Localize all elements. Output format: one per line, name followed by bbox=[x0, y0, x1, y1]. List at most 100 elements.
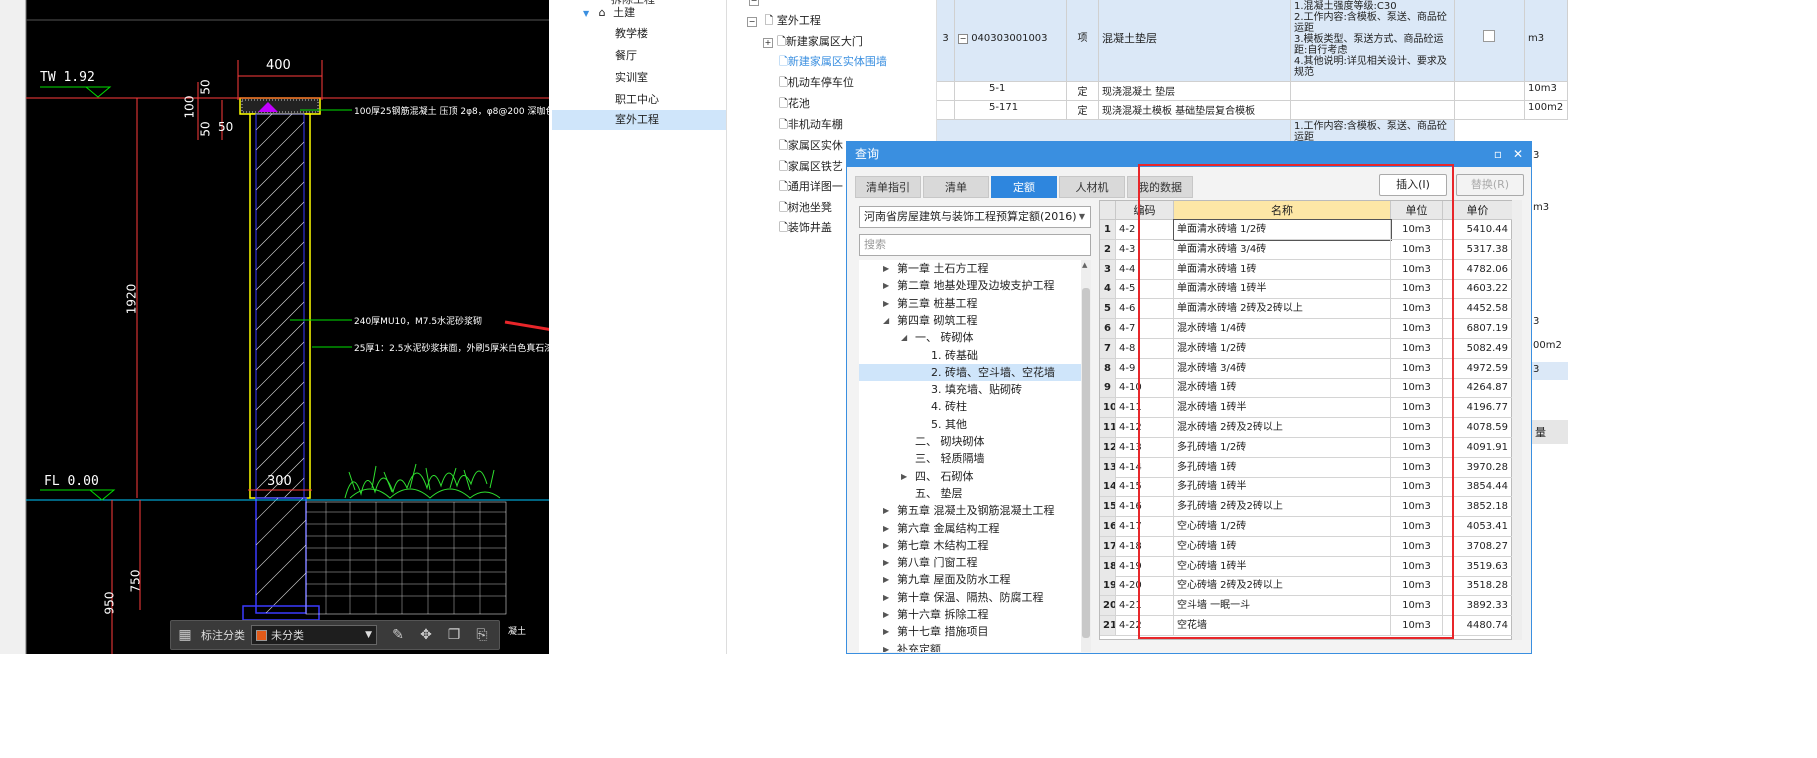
table-row[interactable]: 17 4-18 空心砖墙 1砖 10m3 3708.27 bbox=[1100, 536, 1513, 557]
cad-drawing-view[interactable]: TW 1.92 FL 0.00 400 50 100 50 50 1920 30… bbox=[0, 0, 549, 654]
tab-materials[interactable]: 人材机 bbox=[1059, 176, 1125, 198]
col-header-price[interactable]: 单价 bbox=[1443, 201, 1513, 220]
chapter-item[interactable]: 4. 砖柱 bbox=[859, 398, 1081, 415]
table-row[interactable]: 21 4-22 空花墙 10m3 4480.74 bbox=[1100, 616, 1513, 636]
chapter-item[interactable]: ▶ 第十六章 拆除工程 bbox=[859, 606, 1081, 623]
chapter-item[interactable]: ▶ 第五章 混凝土及钢筋混凝土工程 bbox=[859, 502, 1081, 519]
col-header-unit[interactable]: 单位 bbox=[1391, 201, 1443, 220]
chevron-right-icon[interactable]: ▶ bbox=[883, 277, 889, 294]
tree-item-1[interactable]: 餐厅 bbox=[615, 46, 637, 66]
chapter-item[interactable]: ▶ 第十七章 措施项目 bbox=[859, 623, 1081, 640]
chapter-item[interactable]: 3. 填充墙、贴砌砖 bbox=[859, 381, 1081, 398]
chapter-item[interactable]: 5. 其他 bbox=[859, 416, 1081, 433]
table-row[interactable]: 20 4-21 空斗墙 一眠一斗 10m3 3892.33 bbox=[1100, 596, 1513, 617]
chevron-right-icon[interactable]: ▶ bbox=[883, 537, 889, 554]
grid-row-code[interactable]: − 040303001003 bbox=[955, 0, 1067, 82]
row-checkbox[interactable] bbox=[1483, 30, 1495, 42]
table-row[interactable]: 8 4-9 混水砖墙 3/4砖 10m3 4972.59 bbox=[1100, 358, 1513, 379]
quota-library-select[interactable]: 河南省房屋建筑与装饰工程预算定额(2016) ▼ bbox=[859, 206, 1091, 228]
chevron-right-icon[interactable]: ▶ bbox=[883, 554, 889, 571]
chapter-item[interactable]: ▶ 第十章 保温、隔热、防腐工程 bbox=[859, 589, 1081, 606]
chapter-item[interactable]: ▶ 第六章 金属结构工程 bbox=[859, 520, 1081, 537]
chevron-right-icon[interactable]: ▶ bbox=[883, 606, 889, 623]
tree2-item-5[interactable]: 🗋家属区实休 bbox=[779, 136, 843, 156]
dialog-titlebar[interactable]: 查询 ▫ ✕ bbox=[847, 142, 1531, 167]
tab-bill-guide[interactable]: 清单指引 bbox=[855, 176, 921, 198]
tree-item-3[interactable]: 职工中心 bbox=[615, 90, 659, 110]
tree2-root[interactable]: − 🗋 室外工程 bbox=[747, 11, 821, 31]
chevron-right-icon[interactable]: ▶ bbox=[883, 589, 889, 606]
move-icon[interactable]: ✥ bbox=[415, 624, 437, 646]
chevron-right-icon[interactable]: ▶ bbox=[883, 295, 889, 312]
chapter-item[interactable]: 1. 砖基础 bbox=[859, 347, 1081, 364]
table-row[interactable]: 5 4-6 单面清水砖墙 2砖及2砖以上 10m3 4452.58 bbox=[1100, 299, 1513, 320]
chapter-item[interactable]: 二、 砌块砌体 bbox=[859, 433, 1081, 450]
copy-icon[interactable]: ❐ bbox=[443, 624, 465, 646]
tree2-item-2[interactable]: 🗋机动车停车位 bbox=[779, 73, 854, 93]
tab-quota[interactable]: 定额 bbox=[991, 176, 1057, 198]
chapter-item[interactable]: ▶ 第三章 桩基工程 bbox=[859, 295, 1081, 312]
tree-item-4[interactable]: 室外工程 bbox=[552, 110, 726, 130]
scrollbar-thumb[interactable] bbox=[1082, 288, 1090, 638]
grid-row-name[interactable]: 混凝土垫层 bbox=[1099, 0, 1291, 82]
chapter-item[interactable]: ◢ 一、 砖砌体 bbox=[859, 329, 1081, 346]
grid-col-header-qty[interactable]: 量 bbox=[1531, 420, 1568, 444]
collapse-icon[interactable]: − bbox=[958, 34, 968, 44]
table-row[interactable]: 6 4-7 混水砖墙 1/4砖 10m3 6807.19 bbox=[1100, 319, 1513, 339]
maximize-icon[interactable]: ▫ bbox=[1489, 145, 1507, 163]
quota-table-scrollbar[interactable] bbox=[1512, 200, 1522, 640]
expand-icon[interactable]: + bbox=[763, 38, 773, 48]
table-row[interactable]: 4 4-5 单面清水砖墙 1砖半 10m3 4603.22 bbox=[1100, 279, 1513, 300]
tree2-item-9[interactable]: 🗋装饰井盖 bbox=[779, 218, 832, 238]
chevron-right-icon[interactable]: ▶ bbox=[883, 502, 889, 519]
insert-button[interactable]: 插入(I) bbox=[1379, 174, 1447, 196]
col-header-code[interactable]: 编码 bbox=[1116, 201, 1174, 220]
replace-button[interactable]: 替换(R) bbox=[1456, 174, 1524, 196]
table-row[interactable]: 14 4-15 多孔砖墙 1砖半 10m3 3854.44 bbox=[1100, 477, 1513, 498]
table-row[interactable]: 10 4-11 混水砖墙 1砖半 10m3 4196.77 bbox=[1100, 398, 1513, 419]
table-row[interactable]: 12 4-13 多孔砖墙 1/2砖 10m3 4091.91 bbox=[1100, 437, 1513, 458]
chapter-item[interactable]: ▶ 第七章 木结构工程 bbox=[859, 537, 1081, 554]
grid-sub2-name[interactable]: 现浇混凝土模板 基础垫层复合模板 bbox=[1099, 101, 1291, 120]
table-row[interactable]: 11 4-12 混水砖墙 2砖及2砖以上 10m3 4078.59 bbox=[1100, 418, 1513, 438]
tree-item-2[interactable]: 实训室 bbox=[615, 68, 648, 88]
table-row[interactable]: 13 4-14 多孔砖墙 1砖 10m3 3970.28 bbox=[1100, 457, 1513, 478]
chevron-down-icon[interactable]: ◢ bbox=[883, 312, 889, 329]
tree-item-0[interactable]: 教学楼 bbox=[615, 24, 648, 44]
table-row[interactable]: 19 4-20 空心砖墙 2砖及2砖以上 10m3 3518.28 bbox=[1100, 576, 1513, 597]
table-row[interactable]: 15 4-16 多孔砖墙 2砖及2砖以上 10m3 3852.18 bbox=[1100, 497, 1513, 518]
chapter-item[interactable]: 三、 轻质隔墙 bbox=[859, 450, 1081, 467]
chapter-item[interactable]: ▶ 补充定额 bbox=[859, 641, 1081, 652]
scroll-up-icon[interactable]: ▲ bbox=[1082, 261, 1087, 269]
chapter-item[interactable]: ▶ 第一章 土石方工程 bbox=[859, 260, 1081, 277]
table-row[interactable]: 7 4-8 混水砖墙 1/2砖 10m3 5082.49 bbox=[1100, 338, 1513, 359]
table-row[interactable]: 16 4-17 空心砖墙 1/2砖 10m3 4053.41 bbox=[1100, 517, 1513, 537]
chevron-right-icon[interactable]: ▶ bbox=[883, 623, 889, 640]
chevron-right-icon[interactable]: ▶ bbox=[883, 641, 889, 652]
grid-icon[interactable]: ▦ bbox=[174, 624, 196, 646]
chapter-tree-scrollbar[interactable]: ▲ bbox=[1081, 260, 1091, 652]
close-icon[interactable]: ✕ bbox=[1509, 145, 1527, 163]
tree-root-civil[interactable]: ▼ ⌂ 土建 bbox=[583, 3, 635, 23]
chapter-item[interactable]: ▶ 四、 石砌体 bbox=[859, 468, 1081, 485]
table-row[interactable]: 9 4-10 混水砖墙 1砖 10m3 4264.87 bbox=[1100, 378, 1513, 399]
chapter-item[interactable]: ▶ 第九章 屋面及防水工程 bbox=[859, 571, 1081, 588]
chapter-item[interactable]: 2. 砖墙、空斗墙、空花墙 bbox=[859, 363, 1081, 381]
chapter-item[interactable]: 五、 垫层 bbox=[859, 485, 1081, 502]
tree2-item-1[interactable]: 🗋新建家属区实体围墙 bbox=[779, 52, 887, 72]
tree2-item-3[interactable]: 🗋花池 bbox=[779, 94, 810, 114]
chevron-down-icon[interactable]: ◢ bbox=[901, 329, 907, 346]
annotation-category-select[interactable]: 未分类 ▼ bbox=[251, 625, 377, 645]
edit-icon[interactable]: ✎ bbox=[387, 624, 409, 646]
col-header-name[interactable]: 名称 bbox=[1174, 201, 1391, 220]
table-row[interactable]: 2 4-3 单面清水砖墙 3/4砖 10m3 5317.38 bbox=[1100, 239, 1513, 260]
table-row[interactable]: 3 4-4 单面清水砖墙 1砖 10m3 4782.06 bbox=[1100, 259, 1513, 280]
chevron-right-icon[interactable]: ▶ bbox=[883, 520, 889, 537]
tree2-item-7[interactable]: 🗋通用详图一 bbox=[779, 177, 843, 197]
chapter-item[interactable]: ▶ 第二章 地基处理及边坡支护工程 bbox=[859, 277, 1081, 294]
chevron-right-icon[interactable]: ▶ bbox=[883, 571, 889, 588]
paste-icon[interactable]: ⎘ bbox=[471, 624, 493, 646]
table-row[interactable]: 18 4-19 空心砖墙 1砖半 10m3 3519.63 bbox=[1100, 556, 1513, 577]
tree2-item-0[interactable]: + 🗋新建家属区大门 bbox=[763, 32, 863, 52]
chevron-right-icon[interactable]: ▶ bbox=[883, 260, 889, 277]
